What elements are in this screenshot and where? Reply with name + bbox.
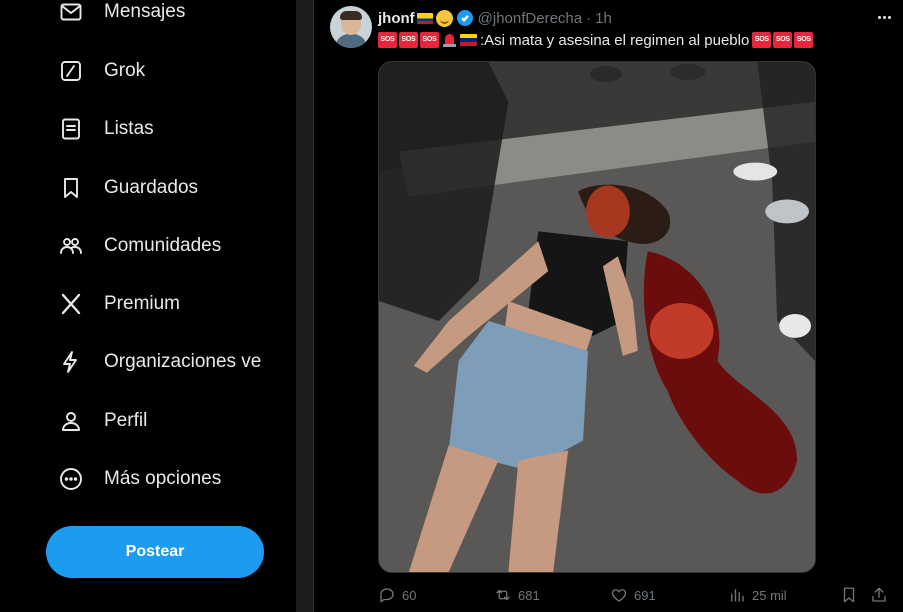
avatar[interactable] — [330, 6, 372, 48]
sos-icon: SOS — [773, 32, 793, 48]
sidebar-item-label: Comunidades — [104, 235, 222, 256]
tweet-photo[interactable] — [378, 61, 816, 573]
reply-count: 60 — [402, 587, 417, 603]
sidebar-item-label: Premium — [104, 293, 181, 314]
sidebar-item-mas-opciones[interactable]: Más opciones — [46, 459, 276, 499]
separator: · — [586, 9, 592, 27]
retweet-button[interactable]: 681 — [494, 584, 540, 606]
lightning-icon — [58, 349, 84, 375]
tweet-text: SOS SOS SOS :Asi mata y asesina el regim… — [378, 31, 815, 49]
sos-icon: SOS — [378, 32, 397, 48]
reply-icon — [380, 588, 394, 603]
sos-icon: SOS — [420, 32, 439, 48]
siren-icon — [441, 32, 458, 48]
sidebar-item-comunidades[interactable]: Comunidades — [46, 226, 276, 266]
views-count: 25 mil — [752, 587, 787, 603]
share-icon — [872, 587, 886, 602]
sidebar-item-label: Listas — [104, 118, 154, 139]
photo-illustration — [379, 62, 815, 572]
heart-icon — [611, 589, 627, 602]
sos-icon: SOS — [752, 32, 772, 48]
sidebar-item-label: Perfil — [104, 410, 148, 431]
more-options-button[interactable] — [873, 8, 895, 26]
tweet-body: :Asi mata y asesina el regimen al pueblo — [480, 31, 750, 49]
sidebar-item-perfil[interactable]: Perfil — [46, 401, 276, 441]
envelope-icon — [58, 0, 84, 25]
user-handle[interactable]: @jhonfDerecha — [478, 10, 582, 27]
reply-button[interactable]: 60 — [378, 584, 416, 606]
sidebar-item-label: Mensajes — [104, 1, 186, 22]
person-icon — [58, 408, 84, 434]
grok-icon — [58, 58, 84, 84]
views-chart-icon — [731, 589, 744, 602]
views-button[interactable]: 25 mil — [728, 584, 787, 606]
venezuela-flag-icon — [460, 34, 477, 46]
x-logo-icon — [58, 291, 84, 317]
bookmark-icon — [843, 587, 855, 603]
share-button[interactable] — [870, 584, 888, 606]
sidebar-item-premium[interactable]: Premium — [46, 284, 276, 324]
verified-badge-icon[interactable] — [456, 10, 473, 26]
like-button[interactable]: 691 — [610, 584, 656, 606]
tweet-actions: 60 681 691 25 mil — [378, 584, 903, 606]
sidebar-item-label: Grok — [104, 60, 146, 81]
like-count: 691 — [634, 587, 656, 603]
sos-icon: SOS — [399, 32, 418, 48]
timestamp[interactable]: 1h — [595, 10, 612, 27]
post-button[interactable]: Postear — [46, 526, 264, 578]
tweet-header: jhonf @jhonfDerecha · 1h — [378, 9, 612, 27]
retweet-icon — [496, 589, 510, 601]
more-circle-icon — [58, 466, 84, 492]
tweet[interactable]: jhonf @jhonfDerecha · 1h SOS SOS SOS :As… — [314, 0, 903, 612]
sidebar-nav: Mensajes Grok Listas Guardados Comunidad… — [0, 0, 296, 612]
saluting-face-icon — [435, 9, 453, 27]
bookmark-button[interactable] — [840, 584, 858, 606]
sidebar-item-guardados[interactable]: Guardados — [46, 168, 276, 208]
display-name[interactable]: jhonf — [378, 10, 415, 27]
scroll-divider — [296, 0, 314, 612]
communities-icon — [58, 233, 84, 259]
list-icon — [58, 116, 84, 142]
sidebar-item-label: Organizaciones ve — [104, 351, 262, 372]
sidebar-item-label: Guardados — [104, 177, 199, 198]
sidebar-item-organizaciones[interactable]: Organizaciones ve — [46, 342, 276, 382]
sidebar-item-grok[interactable]: Grok — [46, 51, 276, 91]
sidebar-item-listas[interactable]: Listas — [46, 109, 276, 149]
sidebar-item-mensajes[interactable]: Mensajes — [46, 0, 276, 32]
sidebar-item-label: Más opciones — [104, 468, 222, 489]
bookmark-icon — [58, 175, 84, 201]
retweet-count: 681 — [518, 587, 540, 603]
colombia-flag-icon — [416, 12, 433, 24]
sos-icon: SOS — [794, 32, 814, 48]
